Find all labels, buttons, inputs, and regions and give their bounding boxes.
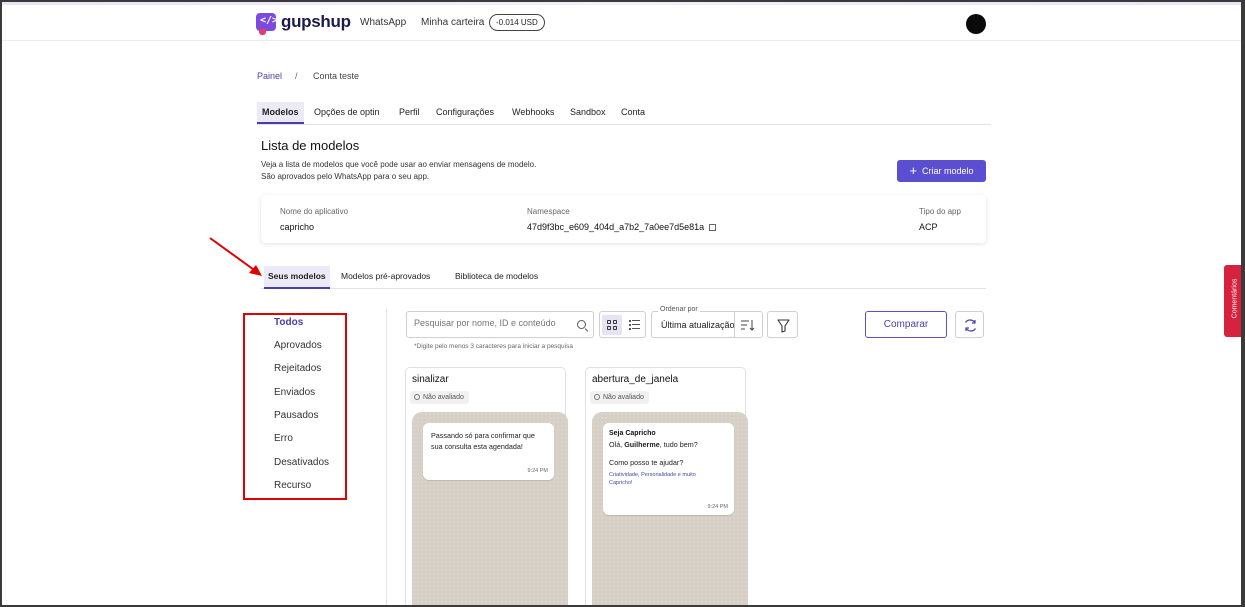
message-bubble: Seja Capricho Olá, Guilherme, tudo bem? … xyxy=(603,423,734,515)
search-input[interactable] xyxy=(414,318,572,328)
message-title: Seja Capricho xyxy=(609,430,656,437)
description-line-1: Veja a lista de modelos que você pode us… xyxy=(261,160,537,169)
nav-wallet[interactable]: Minha carteira xyxy=(421,17,484,28)
message-bubble: Passando só para confirmar que sua consu… xyxy=(423,423,554,480)
app-name-value: capricho xyxy=(280,222,315,232)
message-greeting: Olá, Guilherme, tudo bem? xyxy=(609,440,698,449)
subtab-seus-modelos[interactable]: Seus modelos xyxy=(264,266,330,289)
filter-pausados[interactable]: Pausados xyxy=(274,410,318,421)
grid-icon xyxy=(607,320,617,330)
feedback-tab[interactable]: Comentários xyxy=(1224,265,1241,337)
view-toggle xyxy=(599,311,646,338)
page-title: Lista de modelos xyxy=(261,138,360,153)
create-template-label: Criar modelo xyxy=(922,166,974,176)
subtab-biblioteca[interactable]: Biblioteca de modelos xyxy=(451,266,542,289)
filter-erro[interactable]: Erro xyxy=(274,433,293,444)
message-time: 9:24 PM xyxy=(707,504,728,510)
status-label: Não avaliado xyxy=(423,394,464,401)
message-footer: Criatividade, Personalidade e muito Capr… xyxy=(609,472,696,486)
search-icon[interactable] xyxy=(577,320,586,329)
app-type-label: Tipo do app xyxy=(919,207,961,216)
clock-icon xyxy=(594,394,600,400)
brand-name[interactable]: gupshup xyxy=(281,12,351,32)
template-card-abertura-de-janela[interactable]: abertura_de_janela Não avaliado Seja Cap… xyxy=(585,367,748,605)
tab-perfil[interactable]: Perfil xyxy=(394,102,425,124)
namespace-value: 47d9f3bc_e609_404d_a7b2_7a0ee7d5e81a xyxy=(527,222,705,232)
subtab-pre-aprovados[interactable]: Modelos pré-aprovados xyxy=(337,266,434,289)
message-text: Passando só para confirmar que sua consu… xyxy=(431,431,535,451)
plus-icon: + xyxy=(909,163,918,178)
namespace-row: 47d9f3bc_e609_404d_a7b2_7a0ee7d5e81a xyxy=(527,222,717,232)
refresh-button[interactable] xyxy=(955,311,984,338)
app-name-label: Nome do aplicativo xyxy=(280,207,349,216)
phone-preview: Seja Capricho Olá, Guilherme, tudo bem? … xyxy=(592,412,748,605)
nav-whatsapp[interactable]: WhatsApp xyxy=(360,17,406,28)
tab-conta[interactable]: Conta xyxy=(616,102,650,124)
filter-button[interactable] xyxy=(767,311,798,338)
app-tabs: Modelos Opções de optin Perfil Configura… xyxy=(257,102,991,125)
grid-view-button[interactable] xyxy=(602,315,622,335)
filter-enviados[interactable]: Enviados xyxy=(274,387,315,398)
message-question: Como posso te ajudar? xyxy=(609,458,684,467)
description-line-2: São aprovados pelo WhatsApp para o seu a… xyxy=(261,172,430,181)
namespace-label: Namespace xyxy=(527,207,570,216)
search-hint: *Digite pelo menos 3 caracteres para ini… xyxy=(414,343,573,350)
user-avatar[interactable] xyxy=(966,14,986,34)
filter-icon xyxy=(777,319,790,333)
browser-frame: </> gupshup WhatsApp Minha carteira -0.0… xyxy=(0,0,1245,607)
message-time: 9:24 PM xyxy=(527,468,548,474)
sort-value: Última atualização xyxy=(661,320,735,330)
sort-select[interactable]: Última atualização xyxy=(651,311,763,338)
annotation-arrow-icon xyxy=(209,237,262,276)
vertical-divider xyxy=(386,309,387,605)
sort-label: Ordenar por xyxy=(658,306,700,313)
search-box[interactable] xyxy=(406,311,594,338)
tab-modelos[interactable]: Modelos xyxy=(257,102,304,124)
tab-configuracoes[interactable]: Configurações xyxy=(431,102,499,124)
tab-optin[interactable]: Opções de optin xyxy=(309,102,385,124)
template-name: abertura_de_janela xyxy=(592,374,679,385)
app-type-value: ACP xyxy=(919,222,938,232)
tab-sandbox[interactable]: Sandbox xyxy=(565,102,611,124)
status-filter-list: Todos Aprovados Rejeitados Enviados Paus… xyxy=(243,313,347,500)
status-label: Não avaliado xyxy=(603,394,644,401)
filter-todos[interactable]: Todos xyxy=(274,317,303,328)
gupshup-logo-icon[interactable]: </> xyxy=(256,13,278,35)
create-template-button[interactable]: + Criar modelo xyxy=(897,160,986,182)
template-name: sinalizar xyxy=(412,374,449,385)
breadcrumb-separator: / xyxy=(295,71,298,81)
refresh-icon xyxy=(964,319,977,332)
page-description: Veja a lista de modelos que você pode us… xyxy=(261,159,536,183)
template-card-sinalizar[interactable]: sinalizar Não avaliado Passando só para … xyxy=(405,367,568,605)
phone-preview: Passando só para confirmar que sua consu… xyxy=(412,412,568,605)
filter-rejeitados[interactable]: Rejeitados xyxy=(274,363,321,374)
list-view-icon[interactable] xyxy=(629,320,640,330)
compare-button[interactable]: Comparar xyxy=(865,311,947,338)
status-badge: Não avaliado xyxy=(410,391,469,404)
breadcrumb-current: Conta teste xyxy=(313,71,360,81)
template-subtabs: Seus modelos Modelos pré-aprovados Bibli… xyxy=(261,265,986,289)
app-header: </> gupshup WhatsApp Minha carteira -0.0… xyxy=(2,5,1241,41)
status-badge: Não avaliado xyxy=(590,391,649,404)
tab-webhooks[interactable]: Webhooks xyxy=(507,102,559,124)
sort-divider xyxy=(734,312,735,337)
filter-recurso[interactable]: Recurso xyxy=(274,480,311,491)
feedback-label: Comentários xyxy=(1231,278,1239,319)
copy-icon[interactable] xyxy=(709,224,717,231)
breadcrumb-painel[interactable]: Painel xyxy=(257,71,282,81)
app-info-card: Nome do aplicativo capricho Namespace 47… xyxy=(261,195,986,243)
filter-aprovados[interactable]: Aprovados xyxy=(274,340,322,351)
clock-icon xyxy=(414,394,420,400)
sort-order-icon[interactable] xyxy=(741,319,755,331)
filter-desativados[interactable]: Desativados xyxy=(274,457,329,468)
balance-badge: -0.014 USD xyxy=(489,14,545,31)
